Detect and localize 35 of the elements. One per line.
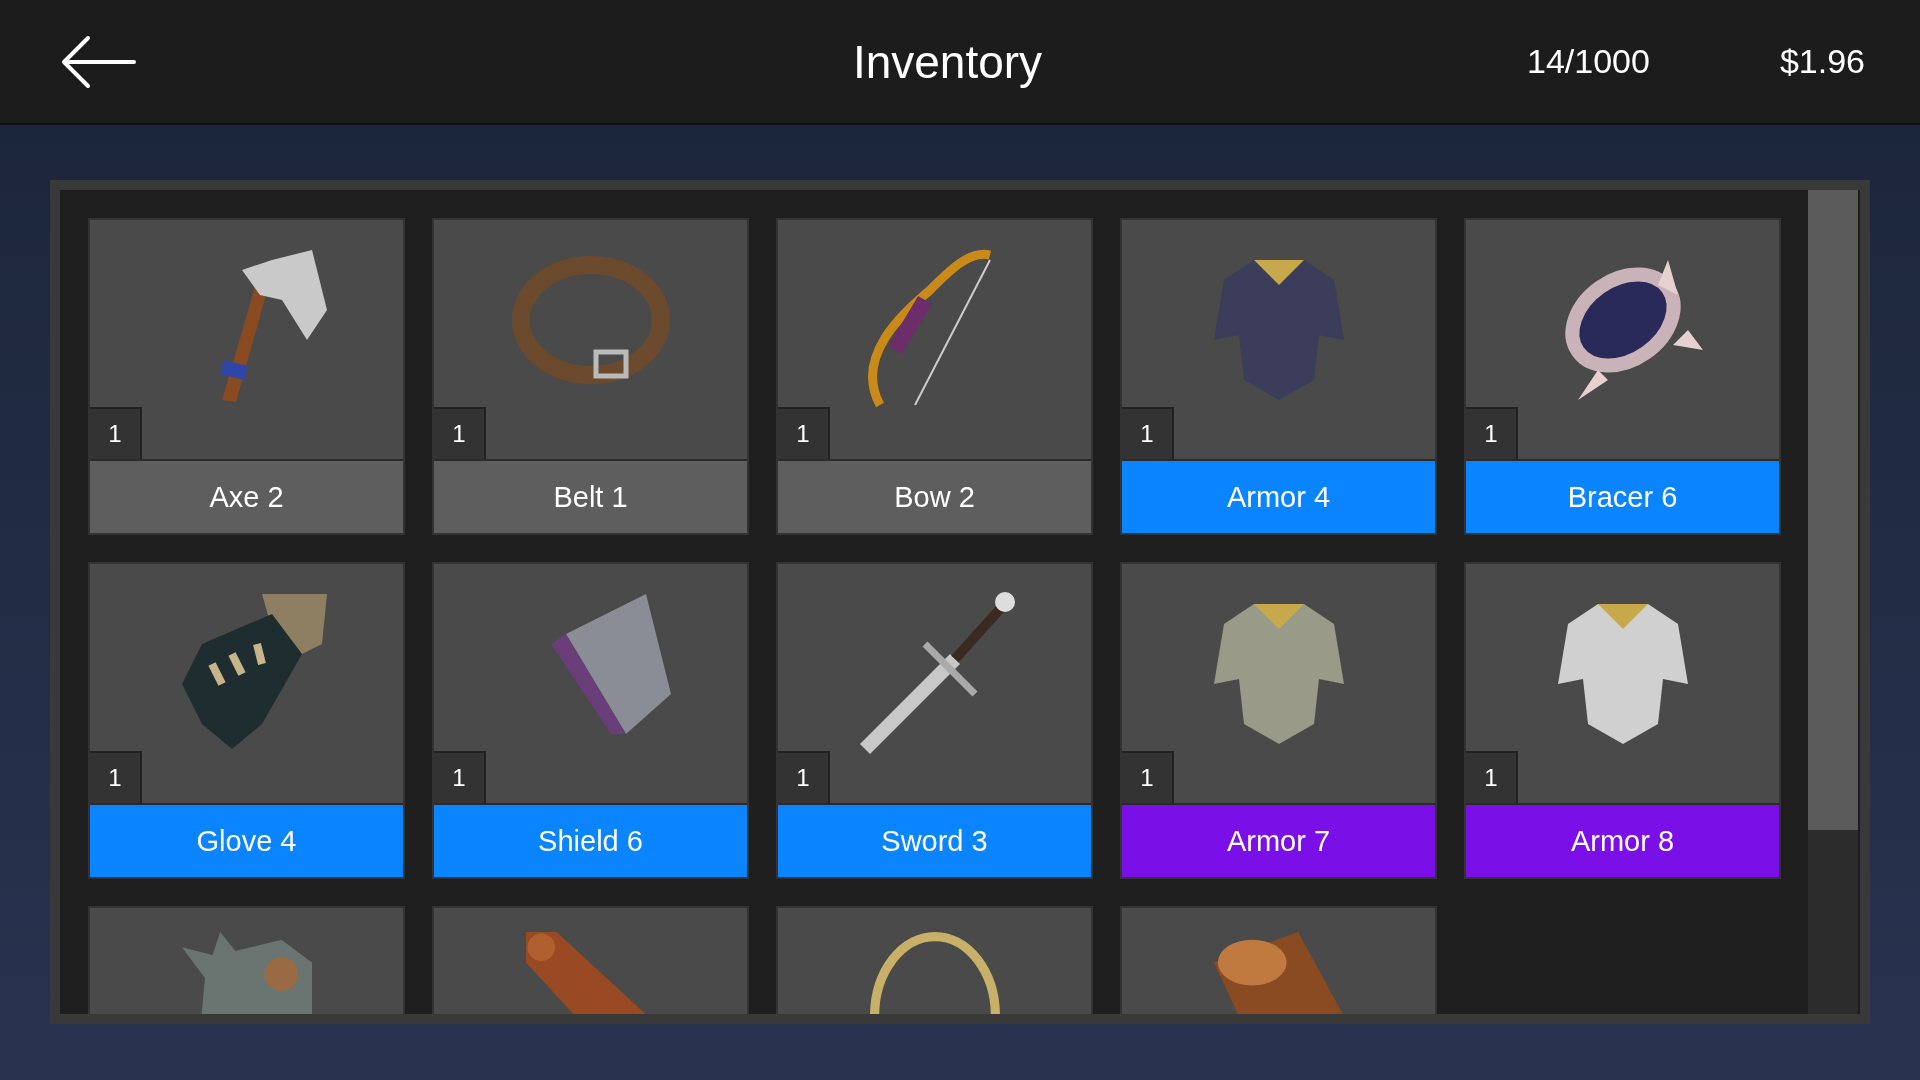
item-name: Bow 2 [778,461,1091,533]
item-card[interactable]: 1 Glove 4 [88,562,405,879]
item-name: Armor 8 [1466,805,1779,877]
item-card[interactable]: 1 Armor 4 [1120,218,1437,535]
item-name: Belt 1 [434,461,747,533]
item-name: Bracer 6 [1466,461,1779,533]
item-quantity: 1 [1466,751,1518,803]
item-quantity: 1 [434,407,486,459]
item-name: Axe 2 [90,461,403,533]
item-quantity: 1 [778,751,830,803]
item-quantity: 1 [778,407,830,459]
item-card[interactable]: 1 Shield 6 [432,562,749,879]
item-name: Sword 3 [778,805,1091,877]
item-card[interactable]: 1 Sword 3 [776,562,1093,879]
item-quantity: 1 [1466,407,1518,459]
item-card[interactable]: 1 Bow 2 [776,218,1093,535]
item-card[interactable]: 1 Bracer 6 [1464,218,1781,535]
item-card[interactable]: 1 Belt 1 [432,218,749,535]
item-quantity: 1 [90,407,142,459]
item-name: Armor 4 [1122,461,1435,533]
item-card[interactable]: 1 Armor 8 [1464,562,1781,879]
capacity-count: 14/1000 [1527,42,1650,81]
item-name: Glove 4 [90,805,403,877]
item-quantity: 1 [1122,751,1174,803]
item-quantity: 1 [434,751,486,803]
item-quantity: 1 [1122,407,1174,459]
item-name: Armor 7 [1122,805,1435,877]
item-card[interactable]: 1 Axe 2 [88,218,405,535]
screen-title: Inventory [851,34,1044,89]
money-balance: $1.96 [1779,42,1865,81]
item-quantity: 1 [90,751,142,803]
item-name: Shield 6 [434,805,747,877]
scrollbar[interactable] [1808,190,1858,1014]
scrollbar-thumb[interactable] [1808,190,1858,830]
item-card[interactable]: 1 Armor 7 [1120,562,1437,879]
